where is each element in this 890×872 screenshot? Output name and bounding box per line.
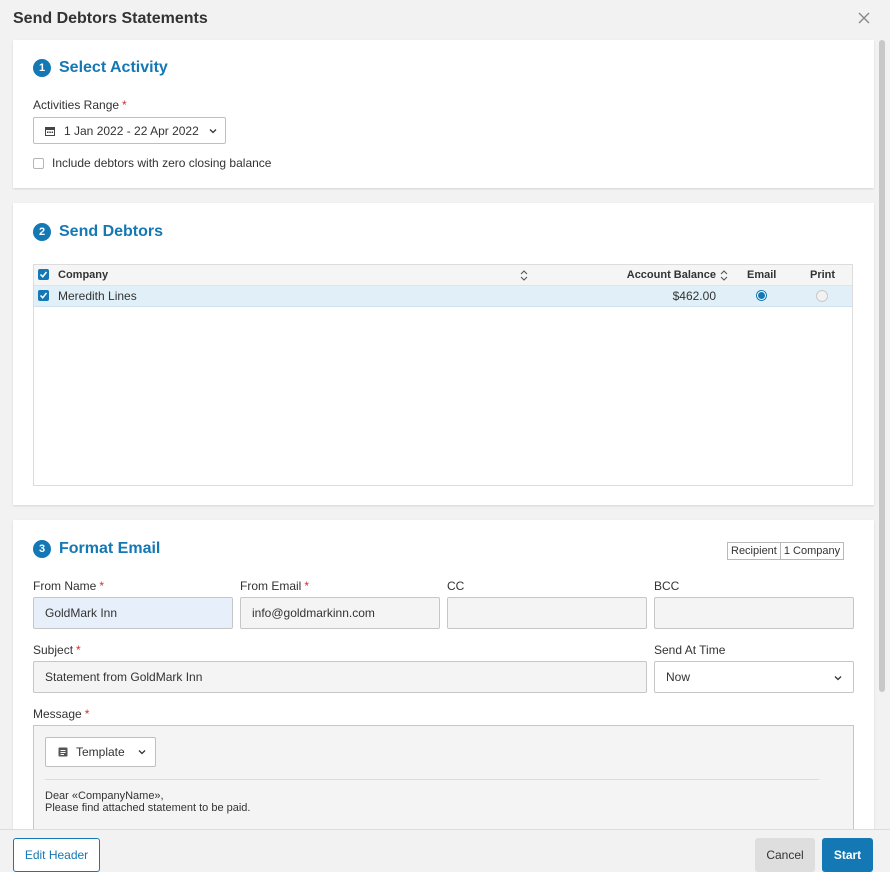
row-account-balance: $462.00 — [672, 289, 716, 303]
from-name-label: From Name * — [33, 579, 104, 593]
debtors-table: Company Account Balance Email Print Mere… — [33, 264, 853, 486]
subject-label: Subject * — [33, 643, 81, 657]
chevron-down-icon — [138, 750, 146, 755]
zero-balance-option[interactable]: Include debtors with zero closing balanc… — [33, 156, 271, 170]
recipient-count-badge: Recipient 1 Company — [727, 542, 845, 560]
scrollbar[interactable] — [879, 40, 885, 692]
chevron-down-icon — [834, 676, 842, 681]
table-header: Company Account Balance Email Print — [34, 265, 852, 286]
required-marker: * — [304, 579, 310, 593]
activities-range-picker[interactable]: 1 Jan 2022 - 22 Apr 2022 — [33, 117, 226, 144]
send-at-time-select[interactable]: Now — [654, 661, 854, 693]
from-name-label-text: From Name — [33, 579, 97, 593]
required-marker: * — [99, 579, 105, 593]
activities-range-label: Activities Range * — [33, 98, 127, 112]
sort-icon[interactable] — [720, 270, 728, 281]
required-marker: * — [84, 707, 90, 721]
subject-input[interactable]: Statement from GoldMark Inn — [33, 661, 647, 693]
send-at-time-value: Now — [666, 670, 691, 684]
zero-balance-label: Include debtors with zero closing balanc… — [52, 156, 272, 170]
subject-value: Statement from GoldMark Inn — [45, 670, 203, 684]
dialog-header: Send Debtors Statements — [0, 0, 890, 38]
from-email-input[interactable]: info@goldmarkinn.com — [240, 597, 440, 629]
format-email-card: 3 Format Email Recipient 1 Company From … — [13, 520, 874, 835]
chevron-down-icon — [209, 128, 217, 133]
step-2-title: Send Debtors — [59, 223, 164, 240]
step-3-title: Format Email — [59, 540, 161, 557]
message-line-2: Please find attached statement to be pai… — [45, 802, 251, 814]
close-icon[interactable] — [856, 10, 872, 26]
column-print: Print — [810, 269, 836, 281]
template-icon — [58, 747, 68, 757]
message-line-1: Dear «CompanyName», — [45, 790, 164, 802]
step-2-badge: 2 — [33, 223, 51, 241]
dialog-footer: Edit Header Cancel Start — [0, 829, 890, 872]
from-email-value: info@goldmarkinn.com — [252, 606, 375, 620]
print-radio[interactable] — [816, 290, 828, 302]
divider — [45, 779, 819, 780]
step-1-title: Select Activity — [59, 59, 168, 76]
message-body[interactable]: Dear «CompanyName», Please find attached … — [45, 790, 250, 814]
activities-range-value: 1 Jan 2022 - 22 Apr 2022 — [64, 123, 199, 138]
row-checkbox[interactable] — [38, 290, 49, 301]
email-radio[interactable] — [756, 290, 767, 301]
recipient-label: Recipient — [731, 545, 777, 557]
sort-icon[interactable] — [520, 270, 528, 281]
message-editor[interactable]: Template Dear «CompanyName», Please find … — [33, 725, 854, 835]
send-debtors-card: 2 Send Debtors Company Account Balance E… — [13, 203, 874, 505]
dialog-title: Send Debtors Statements — [13, 10, 208, 27]
send-at-time-label: Send At Time — [654, 643, 726, 657]
start-button[interactable]: Start — [822, 838, 873, 872]
column-account-balance[interactable]: Account Balance — [627, 269, 716, 281]
template-dropdown[interactable]: Template — [45, 737, 156, 767]
step-3-badge: 3 — [33, 540, 51, 558]
zero-balance-checkbox[interactable] — [33, 157, 44, 169]
subject-label-text: Subject — [33, 643, 74, 657]
row-company: Meredith Lines — [58, 289, 137, 303]
cc-label: CC — [447, 579, 465, 593]
checkmark-icon — [39, 271, 48, 278]
step-1-header: 1 Select Activity — [33, 59, 168, 77]
from-email-label: From Email * — [240, 579, 309, 593]
cancel-button[interactable]: Cancel — [755, 838, 815, 872]
template-label: Template — [76, 745, 125, 759]
cc-input[interactable] — [447, 597, 647, 629]
step-1-badge: 1 — [33, 59, 51, 77]
activities-range-label-text: Activities Range — [33, 98, 120, 112]
recipient-value: 1 Company — [779, 543, 843, 559]
calendar-icon — [45, 126, 55, 136]
edit-header-button[interactable]: Edit Header — [13, 838, 100, 872]
checkmark-icon — [39, 292, 48, 299]
step-2-header: 2 Send Debtors — [33, 223, 163, 241]
column-company[interactable]: Company — [58, 269, 108, 281]
from-email-label-text: From Email — [240, 579, 302, 593]
required-marker: * — [76, 643, 81, 657]
bcc-label: BCC — [654, 579, 680, 593]
table-row[interactable]: Meredith Lines $462.00 — [34, 286, 852, 307]
from-name-input[interactable]: GoldMark Inn — [33, 597, 233, 629]
step-3-header: 3 Format Email — [33, 540, 160, 558]
message-label: Message * — [33, 707, 89, 721]
required-marker: * — [122, 98, 127, 112]
from-name-value: GoldMark Inn — [45, 606, 118, 620]
column-email: Email — [747, 269, 777, 281]
bcc-input[interactable] — [654, 597, 854, 629]
message-label-text: Message — [33, 707, 82, 721]
select-activity-card: 1 Select Activity Activities Range * 1 Ja… — [13, 40, 874, 188]
select-all-checkbox[interactable] — [38, 269, 49, 280]
